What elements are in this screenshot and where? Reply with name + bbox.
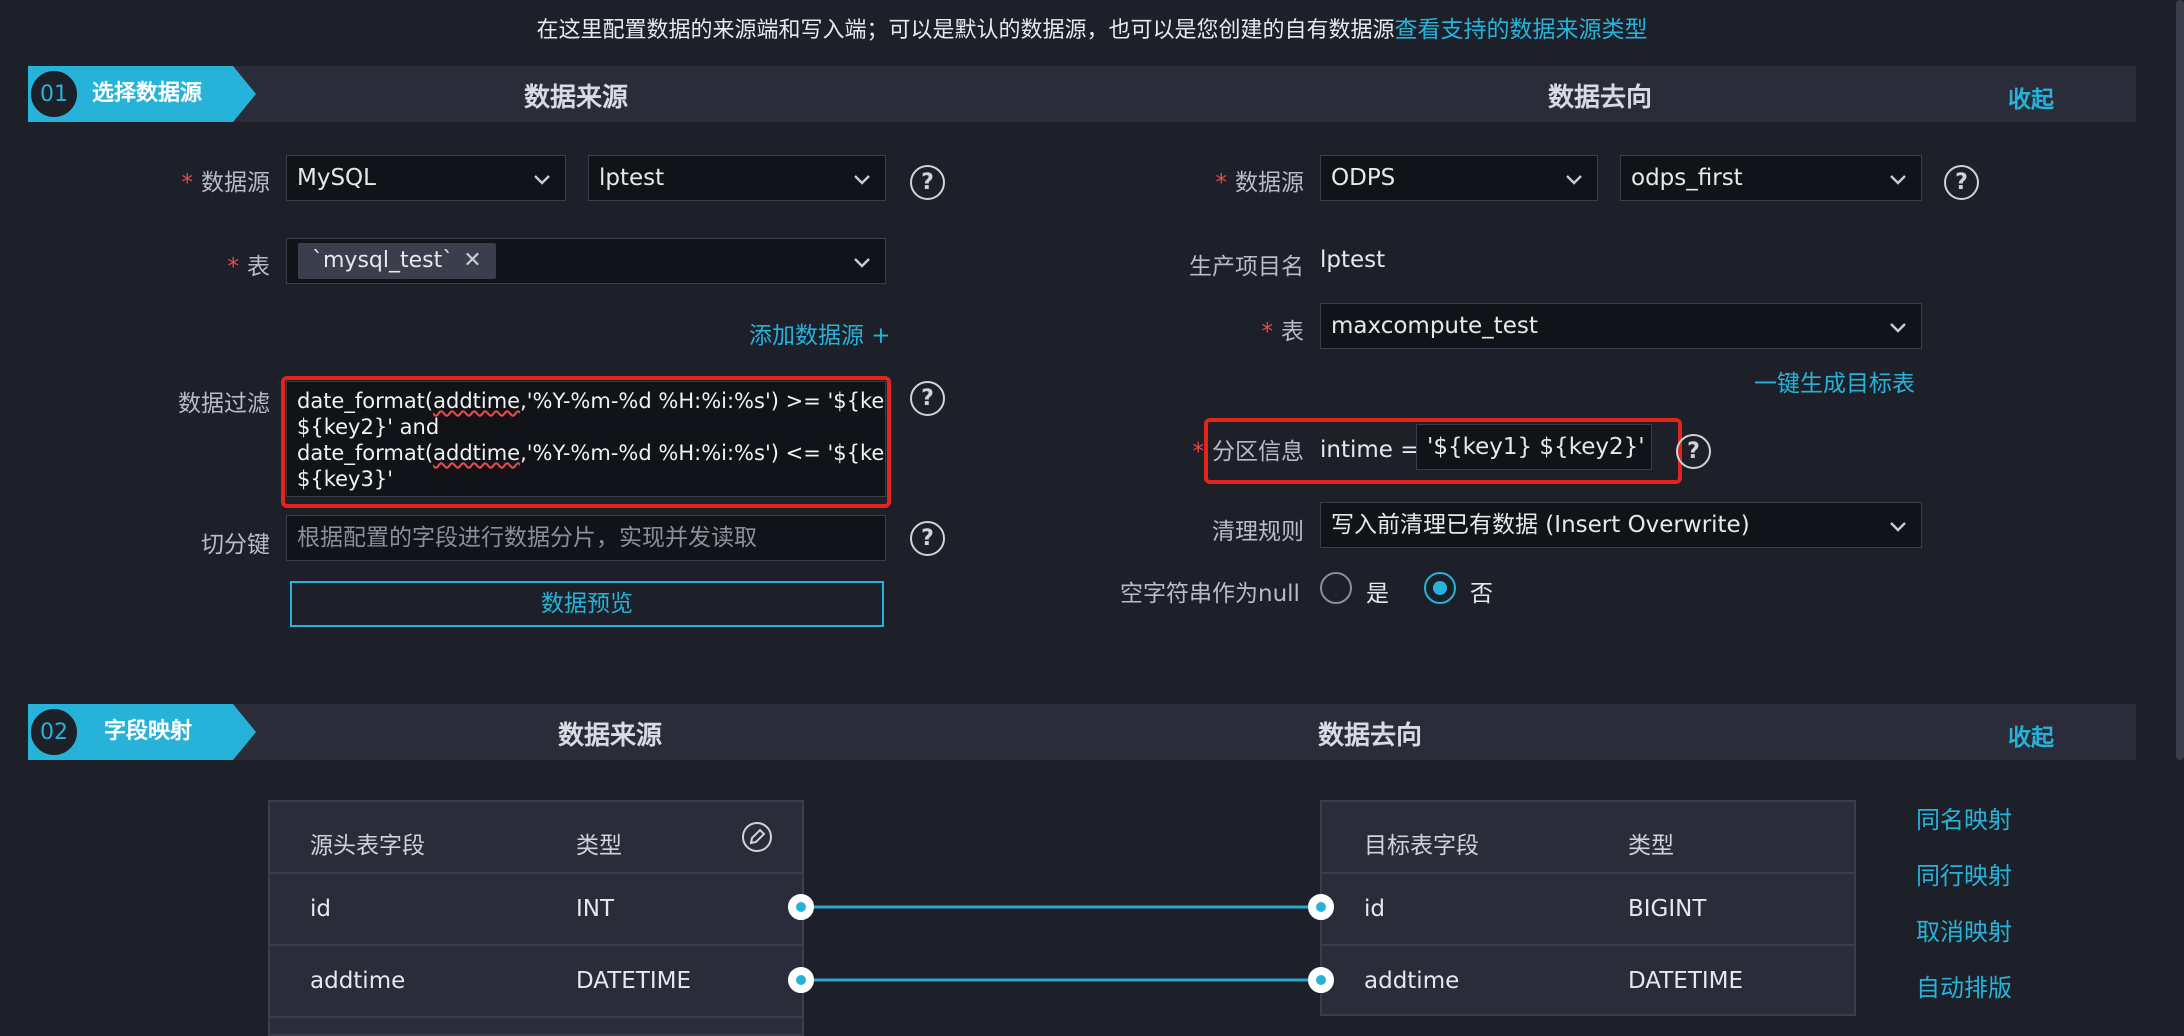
table-row: id BIGINT [1322,872,1854,944]
chevron-down-icon [1890,323,1906,333]
help-icon[interactable]: ? [910,381,945,416]
table-row: id INT [270,872,802,944]
step1-source-heading: 数据来源 [524,83,629,113]
step1-header-bar [28,66,2136,122]
help-icon[interactable]: ? [910,165,945,200]
step2-source-heading: 数据来源 [558,721,663,751]
step2-header-bar [28,704,2136,760]
generate-target-table-link[interactable]: 一键生成目标表 [1754,364,1915,398]
chevron-down-icon [1890,522,1906,532]
source-field-column-header: 源头表字段 [310,833,425,859]
chevron-down-icon [854,175,870,185]
target-connector-id[interactable] [1308,894,1334,920]
target-fields-table: 目标表字段 类型 id BIGINT addtime DATETIME [1320,800,1856,1016]
target-field-addtime: addtime [1364,968,1460,994]
cancel-mapping-link[interactable]: 取消映射 [1916,912,2012,947]
filter-line: date_format(addtime,'%Y-%m-%d %H:%i:%s')… [297,389,886,413]
null-string-label: 空字符串作为null [1120,581,1300,607]
target-datasource-label: * 数据源 [1215,170,1305,196]
filter-textarea[interactable]: date_format(addtime,'%Y-%m-%d %H:%i:%s')… [286,381,886,497]
step2-collapse-link[interactable]: 收起 [2008,718,2054,752]
target-table-select[interactable]: maxcompute_test [1320,303,1922,349]
chevron-down-icon [1566,175,1582,185]
target-datasource-name-select[interactable]: odps_first [1620,155,1922,201]
add-datasource-link[interactable]: 添加数据源 + [749,316,891,350]
help-icon[interactable]: ? [1944,165,1979,200]
data-preview-button[interactable]: 数据预览 [290,581,884,627]
source-type-id: INT [576,896,615,922]
partition-key: intime = [1320,437,1420,463]
table-row [270,1016,802,1036]
sync-task-config: 在这里配置数据的来源端和写入端；可以是默认的数据源，也可以是您创建的自有数据源查… [0,0,2184,1036]
step1-target-heading: 数据去向 [1548,83,1653,113]
null-yes-radio[interactable] [1320,572,1352,604]
target-field-column-header: 目标表字段 [1364,833,1479,859]
filter-line: date_format(addtime,'%Y-%m-%d %H:%i:%s')… [297,441,886,465]
source-type-addtime: DATETIME [576,968,692,994]
source-datasource-type-select[interactable]: MySQL [286,155,566,201]
close-icon[interactable]: ✕ [463,248,481,273]
target-project-label: 生产项目名 [1189,254,1304,280]
null-yes-label: 是 [1366,581,1389,607]
source-datasource-label: * 数据源 [181,170,271,196]
filter-label: 数据过滤 [178,391,270,417]
chevron-down-icon [854,258,870,268]
filter-line: ${key3}' [297,467,393,491]
filter-line: ${key2}' and [297,415,440,439]
map-by-row-link[interactable]: 同行映射 [1916,856,2012,891]
clean-rule-label: 清理规则 [1212,519,1304,545]
step2-target-heading: 数据去向 [1318,721,1423,751]
page-scrollbar[interactable] [2176,0,2184,760]
map-by-name-link[interactable]: 同名映射 [1916,800,2012,835]
source-table-label: * 表 [227,254,271,280]
table-row: addtime DATETIME [270,944,802,1016]
step1-collapse-link[interactable]: 收起 [2008,80,2054,114]
source-field-addtime: addtime [310,968,406,994]
target-type-id: BIGINT [1628,896,1707,922]
target-datasource-type-select[interactable]: ODPS [1320,155,1598,201]
null-no-label: 否 [1470,581,1493,607]
split-key-input[interactable]: 根据配置的字段进行数据分片，实现并发读取 [286,515,886,561]
step2-number: 02 [28,706,80,758]
step2-badge: 02 字段映射 [28,704,256,760]
source-connector-id[interactable] [788,894,814,920]
target-field-id: id [1364,896,1385,922]
supported-sources-link[interactable]: 查看支持的数据来源类型 [1395,17,1648,43]
split-key-label: 切分键 [201,532,270,558]
source-table-tag[interactable]: `mysql_test` ✕ [298,243,496,279]
partition-value-input[interactable]: '${key1} ${key2}' [1416,424,1652,470]
table-row: addtime DATETIME [1322,944,1854,1016]
null-no-radio[interactable] [1424,572,1456,604]
step1-number: 01 [28,68,80,120]
notice-text: 在这里配置数据的来源端和写入端；可以是默认的数据源，也可以是您创建的自有数据源 [536,18,1395,43]
chevron-down-icon [534,175,550,185]
source-type-column-header: 类型 [576,833,622,859]
top-notice: 在这里配置数据的来源端和写入端；可以是默认的数据源，也可以是您创建的自有数据源查… [0,10,2184,44]
step1-badge: 01 选择数据源 [28,66,256,122]
source-field-id: id [310,896,331,922]
target-project-value: lptest [1320,247,1386,273]
help-icon[interactable]: ? [910,521,945,556]
target-connector-addtime[interactable] [1308,967,1334,993]
source-fields-table: 源头表字段 类型 id INT addtime DATETIME [268,800,804,1036]
step1-title: 选择数据源 [92,81,203,106]
target-type-addtime: DATETIME [1628,968,1744,994]
step2-title: 字段映射 [104,719,193,744]
auto-layout-link[interactable]: 自动排版 [1916,968,2012,1003]
help-icon[interactable]: ? [1676,434,1711,469]
source-datasource-name-select[interactable]: lptest [588,155,886,201]
clean-rule-select[interactable]: 写入前清理已有数据 (Insert Overwrite) [1320,502,1922,548]
edit-icon[interactable] [740,820,774,854]
target-table-label: * 表 [1261,319,1305,345]
target-type-column-header: 类型 [1628,833,1674,859]
source-connector-addtime[interactable] [788,967,814,993]
chevron-down-icon [1890,175,1906,185]
